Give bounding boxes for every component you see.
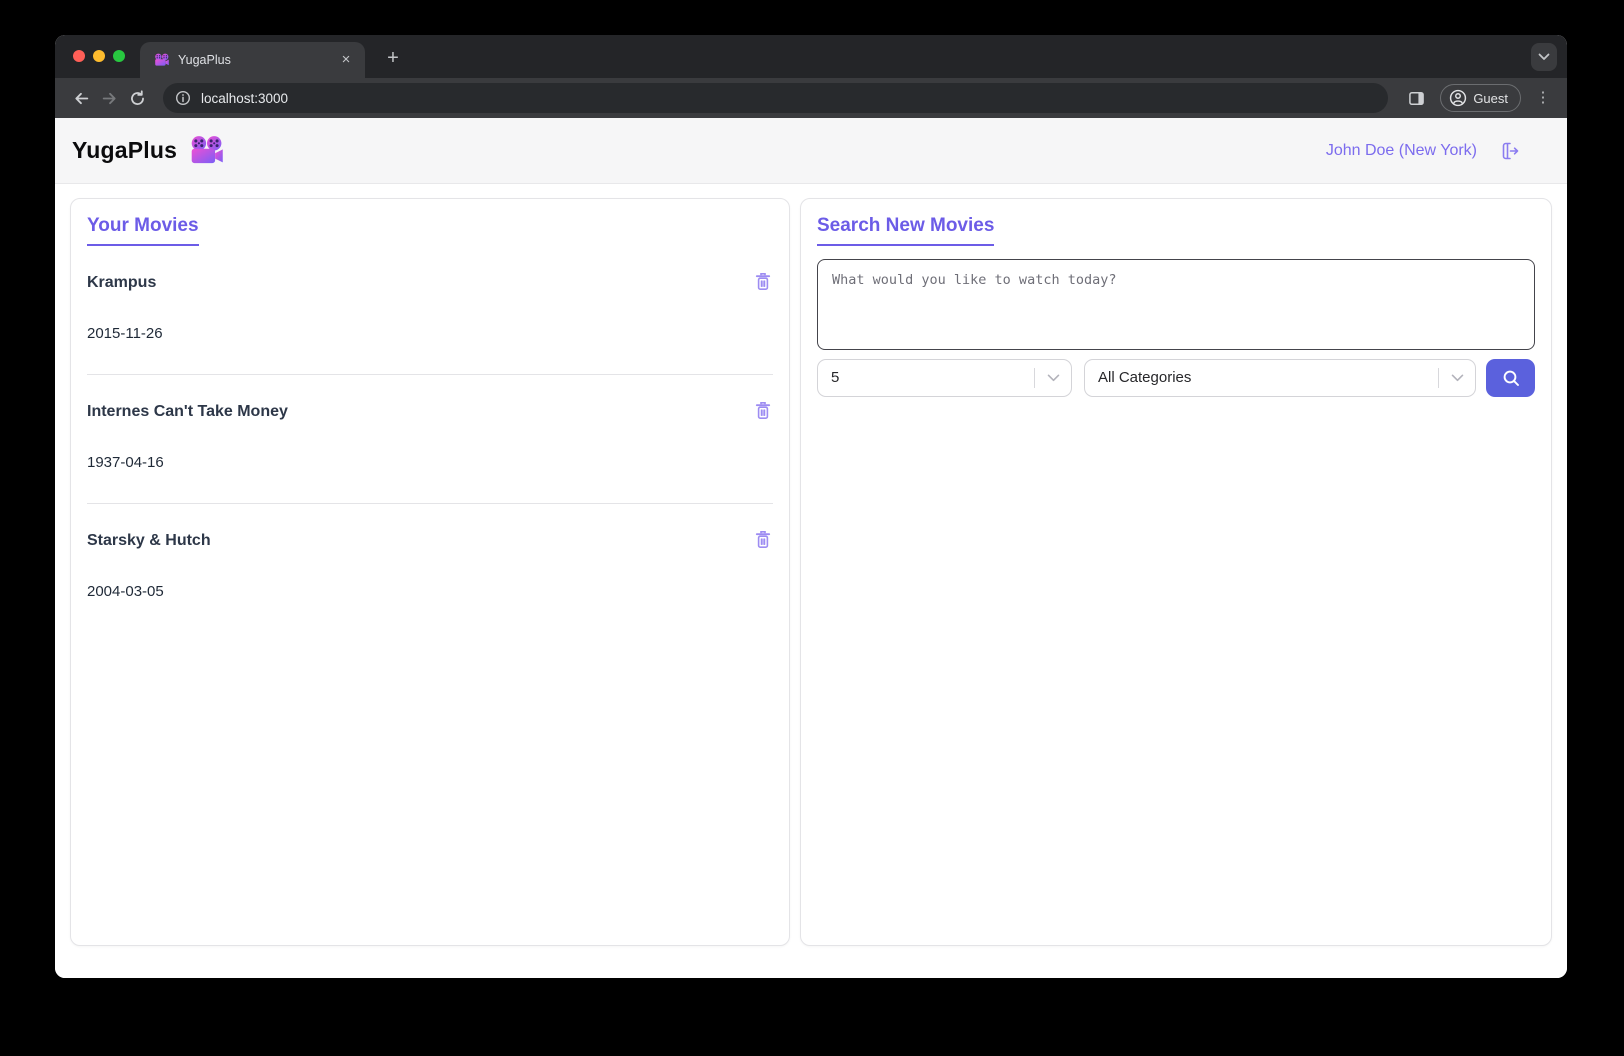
site-info-icon[interactable]	[175, 90, 191, 106]
url-text: localhost:3000	[201, 91, 288, 106]
side-panel-icon	[1408, 90, 1425, 107]
search-movies-title: Search New Movies	[817, 215, 994, 246]
tab-strip: YugaPlus × +	[55, 35, 1567, 78]
maximize-window-button[interactable]	[113, 50, 125, 62]
trash-icon	[753, 400, 773, 421]
profile-label: Guest	[1473, 91, 1508, 106]
reload-button[interactable]	[123, 84, 151, 112]
movie-title: Internes Can't Take Money	[87, 402, 288, 421]
movie-list: Krampus 2015-11	[87, 246, 773, 632]
main-content: Your Movies Krampus	[55, 184, 1567, 978]
category-value: All Categories	[1085, 369, 1438, 386]
movie-title: Krampus	[87, 273, 156, 292]
minimize-window-button[interactable]	[93, 50, 105, 62]
profile-button[interactable]: Guest	[1440, 84, 1521, 112]
chevron-down-icon	[1538, 53, 1550, 61]
desktop-background: YugaPlus × +	[0, 0, 1624, 1056]
delete-movie-button[interactable]	[753, 529, 773, 553]
search-icon	[1501, 368, 1521, 388]
movie-list-item: Starsky & Hutch	[87, 504, 773, 632]
movie-list-item: Krampus 2015-11	[87, 246, 773, 375]
logout-button[interactable]	[1497, 139, 1521, 163]
search-query-input[interactable]	[817, 259, 1535, 350]
browser-tab[interactable]: YugaPlus ×	[140, 42, 365, 78]
movie-release-date: 1937-04-16	[87, 454, 773, 471]
new-tab-button[interactable]: +	[379, 45, 407, 73]
delete-movie-button[interactable]	[753, 400, 773, 424]
forward-arrow-icon	[101, 90, 118, 107]
results-count-value: 5	[818, 369, 1034, 386]
search-controls: 5 All Categories	[817, 359, 1535, 397]
your-movies-panel: Your Movies Krampus	[70, 198, 790, 946]
search-movies-panel: Search New Movies 5	[800, 198, 1552, 946]
app-title: YugaPlus	[72, 137, 177, 164]
back-arrow-icon	[73, 90, 90, 107]
search-button[interactable]	[1486, 359, 1535, 397]
movie-list-item: Internes Can't Take Money	[87, 375, 773, 504]
browser-window: YugaPlus × +	[55, 35, 1567, 978]
window-controls	[73, 50, 125, 62]
chevron-down-icon	[1047, 374, 1060, 382]
favicon-movie-camera-icon	[154, 53, 170, 67]
movie-title: Starsky & Hutch	[87, 531, 211, 550]
address-bar[interactable]: localhost:3000	[163, 83, 1388, 113]
app-header: YugaPlus John Doe (New York)	[55, 118, 1567, 184]
chevron-down-icon	[1451, 374, 1464, 382]
category-select[interactable]: All Categories	[1084, 359, 1476, 397]
your-movies-title: Your Movies	[87, 215, 199, 246]
side-panel-button[interactable]	[1402, 84, 1430, 112]
browser-menu-button[interactable]: ⋮	[1531, 84, 1555, 112]
reload-icon	[129, 90, 146, 107]
results-count-select[interactable]: 5	[817, 359, 1072, 397]
trash-icon	[753, 271, 773, 292]
tab-title: YugaPlus	[178, 53, 337, 67]
user-label: John Doe (New York)	[1326, 142, 1477, 160]
close-tab-icon[interactable]: ×	[337, 51, 355, 69]
logout-icon	[1497, 139, 1521, 163]
close-window-button[interactable]	[73, 50, 85, 62]
app-page: YugaPlus John Doe (New York)	[55, 118, 1567, 978]
forward-button[interactable]	[95, 84, 123, 112]
back-button[interactable]	[67, 84, 95, 112]
movie-release-date: 2004-03-05	[87, 583, 773, 600]
browser-toolbar: localhost:3000 Guest ⋮	[55, 78, 1567, 118]
app-brand: YugaPlus	[72, 135, 225, 166]
tab-search-button[interactable]	[1531, 43, 1557, 71]
movie-release-date: 2015-11-26	[87, 325, 773, 342]
delete-movie-button[interactable]	[753, 271, 773, 295]
trash-icon	[753, 529, 773, 550]
person-icon	[1449, 89, 1467, 107]
movie-camera-icon	[189, 135, 225, 166]
